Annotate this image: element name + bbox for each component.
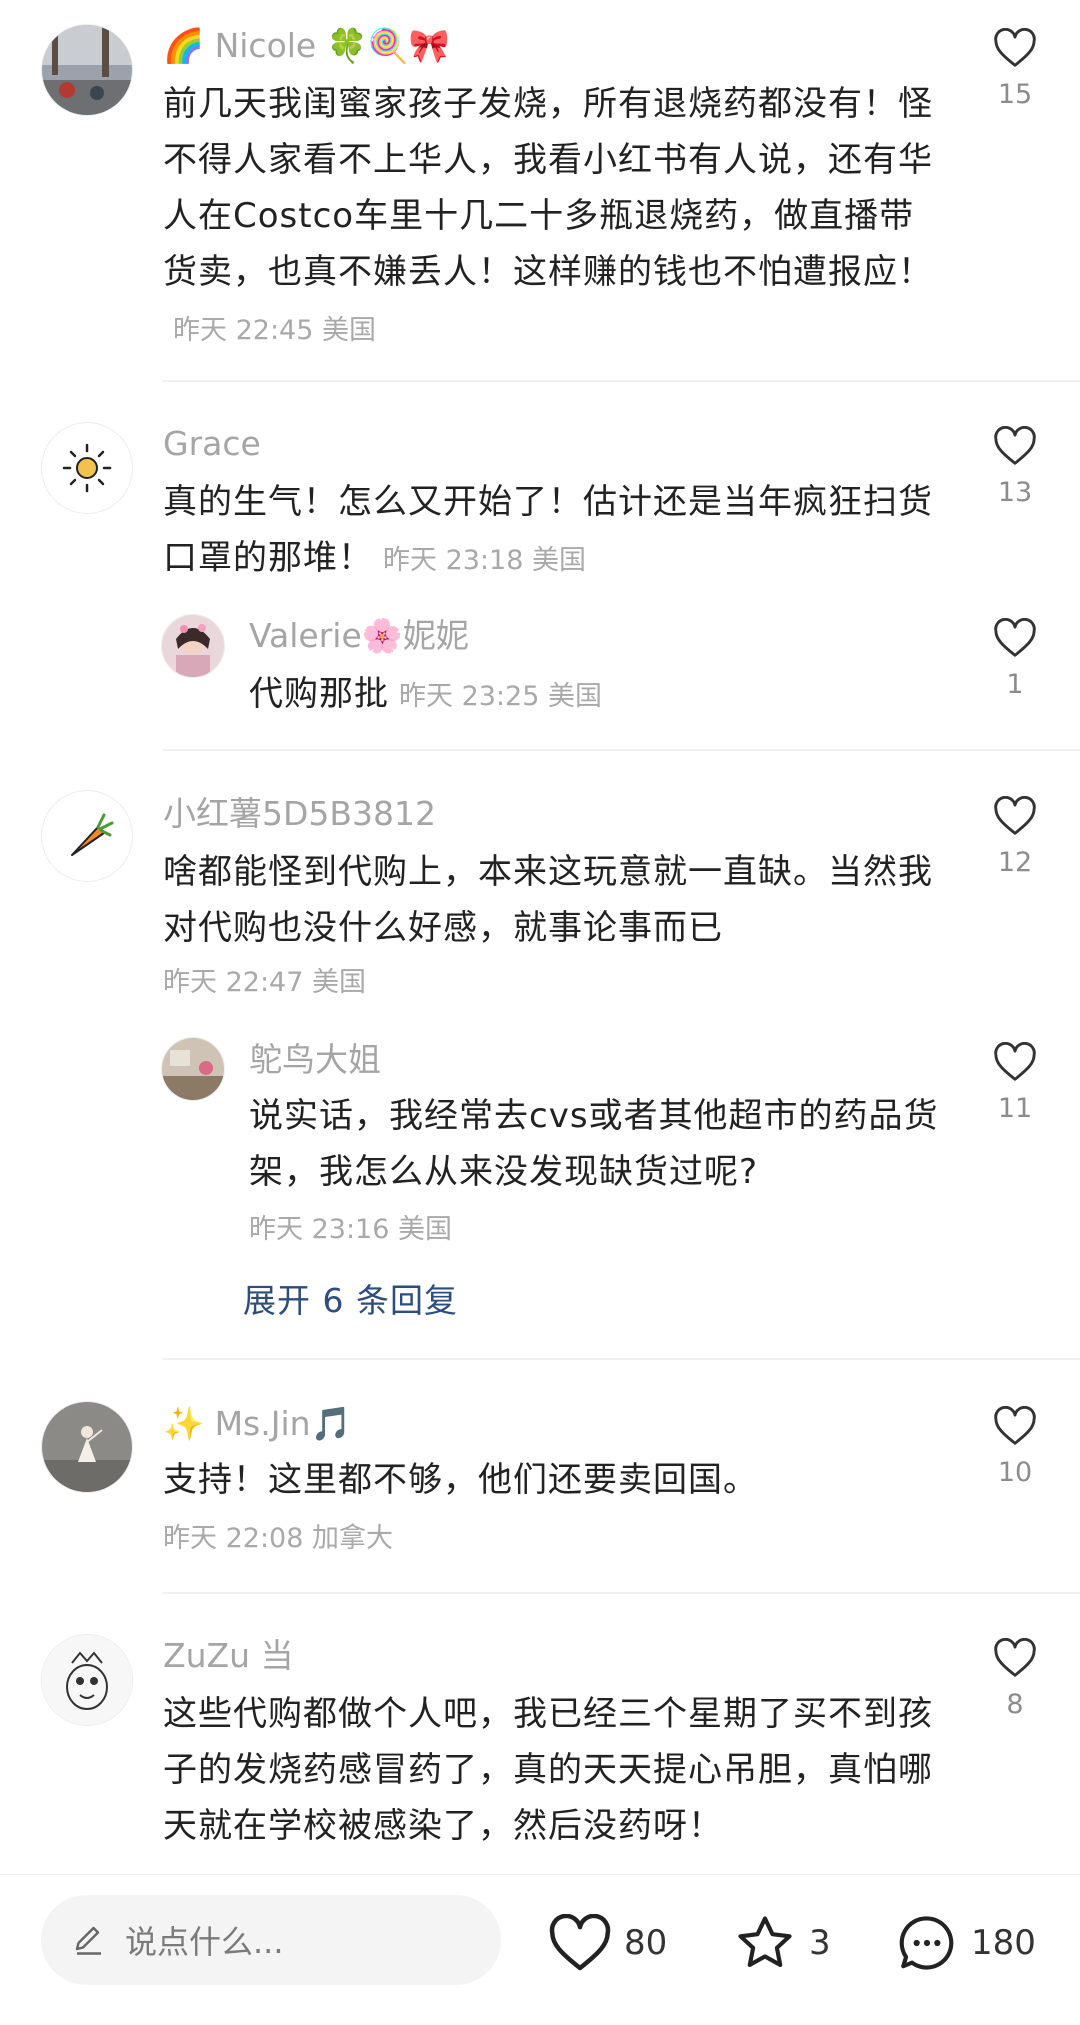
comments-button[interactable]: 180 [895,1903,1036,1983]
star-icon [738,1916,792,1968]
comment-author[interactable]: 🌈 Nicole 🍀🍭🎀 [163,26,450,66]
heart-icon [994,796,1036,835]
like-button[interactable]: 15 [980,28,1050,110]
heart-icon [994,1042,1036,1081]
avatar[interactable] [41,422,133,514]
input-placeholder: 说点什么... [125,1923,284,1961]
comment-input[interactable]: 说点什么... [41,1895,501,1985]
like-count: 12 [997,847,1033,878]
dancer-photo-icon [42,1402,132,1492]
comment-text[interactable]: 这些代购都做个人吧，我已经三个星期了买不到孩子的发烧药感冒药了，真的天天提心吊胆… [163,1686,943,1854]
divider [163,1592,1080,1594]
comment-author[interactable]: ZuZu 当 [163,1636,294,1676]
comment-author[interactable]: ✨ Ms.Jin🎵 [163,1404,352,1444]
like-button[interactable]: 10 [980,1406,1050,1488]
carrot-icon [71,813,114,856]
sun-icon [62,443,112,493]
heart-icon [994,618,1036,657]
divider [163,749,1080,751]
comment-author[interactable]: Grace [163,424,261,464]
heart-icon [549,1914,611,1971]
bottom-bar: 说点什么... 80 3 180 [0,1874,1080,2025]
comment-meta: 昨天 22:47 美国 [163,967,366,998]
like-button[interactable]: 8 [980,1638,1050,1720]
avatar[interactable] [41,1634,133,1726]
comment-text-content: 前几天我闺蜜家孩子发烧，所有退烧药都没有！怪不得人家看不上华人，我看小红书有人说… [163,84,933,292]
favorite-button[interactable]: 3 [733,1903,831,1983]
reply-text-content: 代购那批 [249,674,389,714]
heart-icon [994,1406,1036,1445]
comment-meta: 昨天 22:45 美国 [173,315,376,346]
like-button[interactable]: 13 [980,426,1050,508]
pencil-icon [75,1926,101,1955]
heart-icon [994,28,1036,67]
like-count: 1 [1006,669,1024,700]
heart-icon [994,426,1036,465]
reply-meta: 昨天 23:25 美国 [399,681,602,712]
reply-meta: 昨天 23:16 美国 [249,1214,452,1245]
comment-meta: 昨天 22:08 加拿大 [163,1523,393,1554]
comment-meta: 昨天 23:18 美国 [383,545,586,576]
avatar[interactable] [41,1401,133,1493]
comment-count: 180 [971,1923,1036,1963]
cartoon-sketch-icon [42,1635,132,1725]
like-button[interactable]: 1 [980,618,1050,700]
divider [163,1358,1080,1360]
like-count: 10 [997,1457,1033,1488]
expand-replies-link[interactable]: 展开 6 条回复 [243,1274,458,1322]
like-button[interactable]: 12 [980,796,1050,878]
heart-icon [994,1638,1036,1677]
like-count: 15 [997,79,1033,110]
post-like-count: 80 [624,1923,668,1963]
comment-author[interactable]: 小红薯5D5B3812 [163,794,436,834]
chat-bubble-icon [899,1916,954,1970]
room-photo-icon [162,1038,224,1100]
street-photo-icon [42,25,132,115]
avatar[interactable] [161,1037,225,1101]
girl-photo-icon [162,615,224,677]
reply-text[interactable]: 说实话，我经常去cvs或者其他超市的药品货架，我怎么从来没发现缺货过呢? [249,1088,949,1200]
comment-text[interactable]: 前几天我闺蜜家孩子发烧，所有退烧药都没有！怪不得人家看不上华人，我看小红书有人说… [163,76,943,359]
favorite-count: 3 [809,1923,831,1963]
divider [163,380,1080,382]
like-post-button[interactable]: 80 [548,1903,667,1983]
avatar[interactable] [41,24,133,116]
reply-author[interactable]: 鸵鸟大姐 [249,1040,381,1080]
like-count: 11 [997,1093,1033,1124]
comment-text[interactable]: 真的生气！怎么又开始了！估计还是当年疯狂扫货口罩的那堆！ 昨天 23:18 美国 [163,474,943,589]
like-count: 13 [997,477,1033,508]
avatar[interactable] [41,790,133,882]
reply-author[interactable]: Valerie🌸妮妮 [249,616,469,656]
avatar[interactable] [161,614,225,678]
like-count: 8 [1006,1689,1024,1720]
like-button[interactable]: 11 [980,1042,1050,1124]
comment-text[interactable]: 支持！这里都不够，他们还要卖回国。 [163,1452,943,1508]
comment-text[interactable]: 啥都能怪到代购上，本来这玩意就一直缺。当然我对代购也没什么好感，就事论事而已 [163,844,943,956]
reply-text[interactable]: 代购那批 昨天 23:25 美国 [249,666,949,725]
